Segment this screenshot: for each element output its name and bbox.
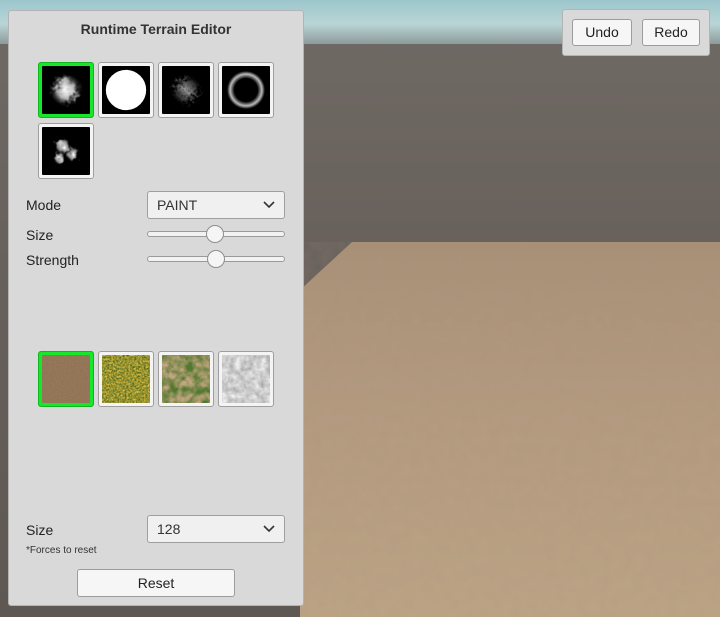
texture-grass-flowers[interactable] [98,351,154,407]
slider-thumb[interactable] [207,250,225,268]
chevron-down-icon [263,525,275,533]
panel-title: Runtime Terrain Editor [80,21,232,37]
grass-texture-icon [162,355,210,403]
brush-size-label: Size [26,227,54,243]
mode-label: Mode [26,197,62,213]
terrain-size-label: Size [26,522,54,538]
circle-brush-icon [102,66,150,114]
cloud-brush-icon [42,66,90,114]
chevron-down-icon [263,201,275,209]
brush-splat[interactable] [38,123,94,179]
brush-hard-circle[interactable] [98,62,154,118]
texture-dirt[interactable] [38,351,94,407]
texture-rock[interactable] [218,351,274,407]
mode-dropdown-value: PAINT [157,197,198,213]
forces-reset-note: *Forces to reset [26,545,97,556]
slider-thumb[interactable] [205,225,224,243]
flower-grass-texture-icon [102,355,150,403]
dirt-texture-icon [42,355,90,403]
mode-dropdown[interactable]: PAINT [147,191,285,219]
texture-grass[interactable] [158,351,214,407]
brush-noise[interactable] [158,62,214,118]
undo-button[interactable]: Undo [572,19,632,46]
brush-cloud-soft[interactable] [38,62,94,118]
terrain-editor-panel: Runtime Terrain Editor Mode PAINT Size S… [8,10,304,606]
splat-brush-icon [42,127,90,175]
reset-button[interactable]: Reset [77,569,235,597]
redo-button[interactable]: Redo [642,19,700,46]
terrain-size-value: 128 [157,521,181,537]
terrain-size-dropdown[interactable]: 128 [147,515,285,543]
brush-size-slider[interactable] [147,225,285,245]
brush-ring[interactable] [218,62,274,118]
strength-label: Strength [26,252,79,268]
noise-brush-icon [162,66,210,114]
ring-brush-icon [222,66,270,114]
strength-slider[interactable] [147,250,285,270]
history-toolbar: Undo Redo [562,9,710,56]
rock-texture-icon [222,355,270,403]
